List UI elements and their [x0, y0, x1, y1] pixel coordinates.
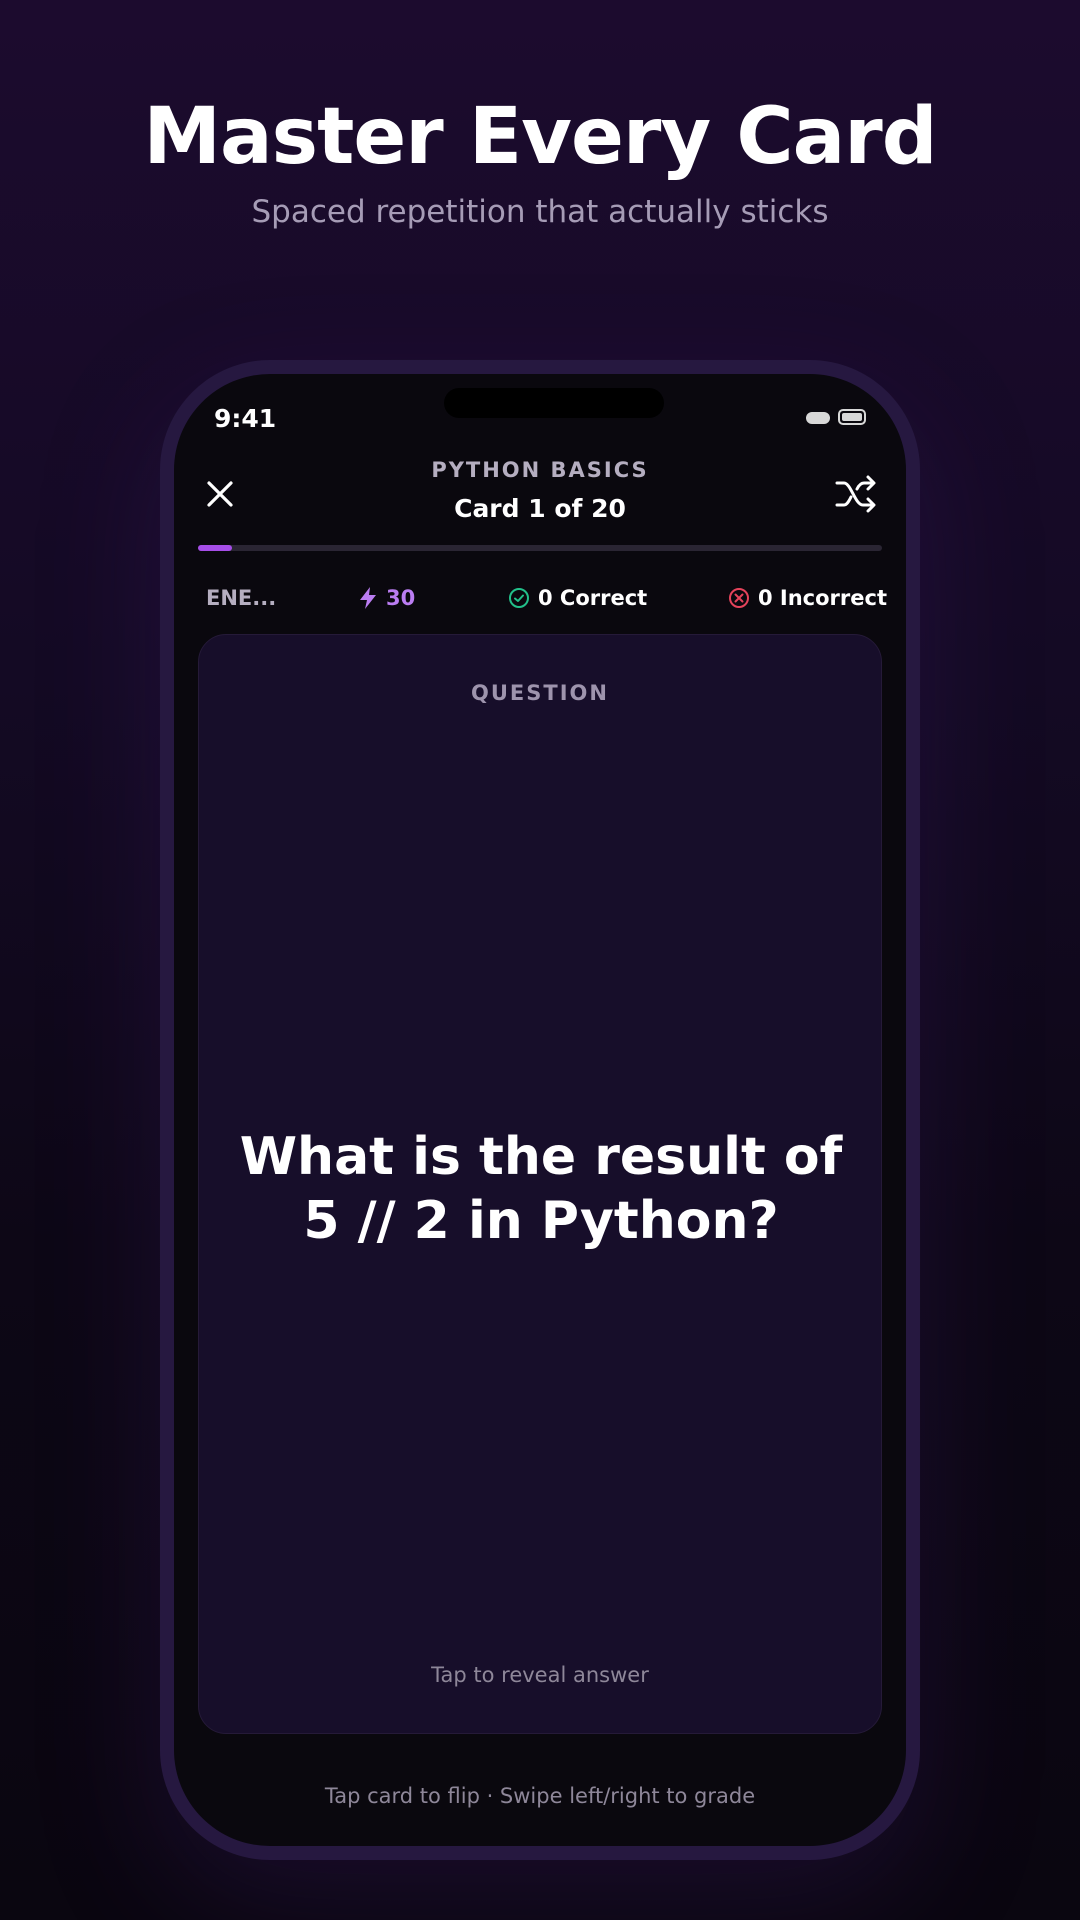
dynamic-island — [444, 388, 664, 418]
status-time: 9:41 — [214, 404, 277, 433]
shuffle-icon — [835, 475, 876, 513]
energy-label: ENE... — [206, 586, 277, 610]
xp-stat: 30 — [358, 580, 415, 616]
card-counter: Card 1 of 20 — [454, 494, 626, 523]
phone-frame: 9:41 PYTHON BASICS Card 1 of 20 ENE... 3… — [160, 360, 920, 1860]
hero-subtitle: Spaced repetition that actually sticks — [251, 194, 829, 230]
battery-icon — [838, 409, 866, 425]
signal-icon — [806, 412, 830, 424]
gesture-hint: Tap card to flip · Swipe left/right to g… — [324, 1784, 756, 1808]
progress-bar — [198, 545, 882, 551]
energy-stat: ENE... — [206, 580, 276, 616]
incorrect-stat: 0 Incorrect — [728, 580, 887, 616]
xp-value: 30 — [386, 586, 416, 610]
check-circle-icon — [509, 588, 529, 608]
deck-name: PYTHON BASICS — [431, 458, 649, 482]
hero-title: Master Every Card — [143, 92, 937, 182]
card-side-label: QUESTION — [471, 681, 609, 705]
lightning-icon — [360, 587, 376, 609]
correct-stat: 0 Correct — [508, 580, 647, 616]
shuffle-button[interactable] — [834, 472, 878, 516]
phone-screen: 9:41 PYTHON BASICS Card 1 of 20 ENE... 3… — [174, 374, 906, 1846]
correct-count: 0 Correct — [538, 586, 648, 610]
flashcard[interactable]: QUESTION What is the result of 5 // 2 in… — [198, 634, 882, 1734]
card-question: What is the result of 5 // 2 in Python? — [239, 1127, 843, 1251]
progress-fill — [198, 545, 233, 551]
incorrect-count: 0 Incorrect — [758, 586, 888, 610]
reveal-hint: Tap to reveal answer — [431, 1663, 649, 1687]
x-circle-icon — [729, 588, 749, 608]
stats-row: ENE... 30 0 Correct 0 Incorrect — [206, 580, 887, 616]
